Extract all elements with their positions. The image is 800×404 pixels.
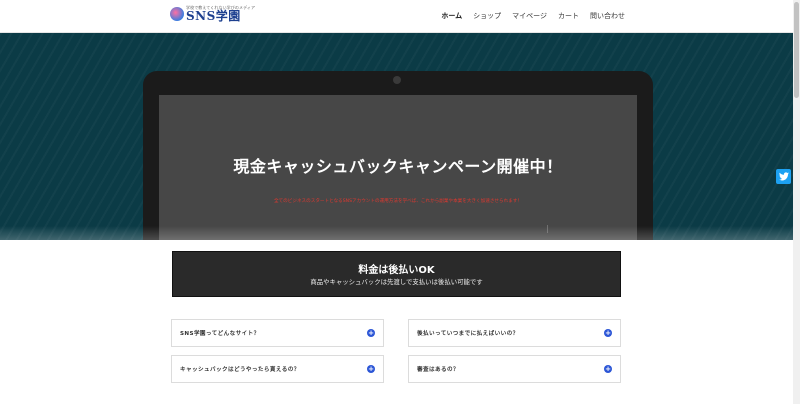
nav-cart[interactable]: カート [558,11,579,21]
faq-question: SNS学園ってどんなサイト？ [180,331,260,337]
payment-banner: 料金は後払いOK 商品やキャッシュバックは先渡しで支払いは後払い可能です [172,251,621,297]
logo-mark-icon [170,7,184,21]
hero-subtitle: 全てのビジネスのスタートとなるSNSアカウントの運用方法を学べば、これから副業や… [273,199,522,204]
main-nav: ホーム ショップ マイページ カート 問い合わせ [441,11,625,21]
banner-subtitle: 商品やキャッシュバックは先渡しで支払いは後払い可能です [310,278,483,286]
plus-circle-icon[interactable]: + [604,365,612,373]
logo-name: SNS学園 [186,9,241,23]
laptop-screen: 現金キャッシュバックキャンペーン開催中！ 全てのビジネスのスタートとなるSNSア… [159,95,637,240]
faq-item[interactable]: 後払いっていつまでに払えばいいの？ + [408,319,621,347]
banner-title: 料金は後払いOK [358,265,435,276]
page-scrollbar[interactable] [793,0,800,404]
nav-shop[interactable]: ショップ [473,11,501,21]
laptop-camera [393,76,401,84]
twitter-icon [778,172,789,181]
hero-section: 現金キャッシュバックキャンペーン開催中！ 全てのビジネスのスタートとなるSNSア… [0,33,793,240]
scrollbar-thumb[interactable] [794,2,799,98]
hero-fade [0,226,793,242]
laptop-illustration: 現金キャッシュバックキャンペーン開催中！ 全てのビジネスのスタートとなるSNSア… [143,71,653,240]
faq-question: 後払いっていつまでに払えばいいの？ [417,331,519,337]
site-logo[interactable]: 学校で教えてくれない学びのメディア SNS学園 [170,6,255,22]
faq-question: 審査はあるの？ [417,367,459,373]
plus-circle-icon[interactable]: + [367,365,375,373]
hero-title: 現金キャッシュバックキャンペーン開催中！ [233,157,563,176]
faq-question: キャッシュバックはどうやったら貰えるの？ [180,367,300,373]
logo-text: 学校で教えてくれない学びのメディア SNS学園 [186,6,255,23]
nav-mypage[interactable]: マイページ [512,11,547,21]
faq-item[interactable]: キャッシュバックはどうやったら貰えるの？ + [171,355,384,383]
faq-item[interactable]: SNS学園ってどんなサイト？ + [171,319,384,347]
plus-circle-icon[interactable]: + [604,329,612,337]
plus-circle-icon[interactable]: + [367,329,375,337]
nav-contact[interactable]: 問い合わせ [590,11,625,21]
nav-home[interactable]: ホーム [441,11,462,21]
twitter-share-button[interactable] [776,169,791,184]
site-header: 学校で教えてくれない学びのメディア SNS学園 ホーム ショップ マイページ カ… [0,0,793,33]
faq-item[interactable]: 審査はあるの？ + [408,355,621,383]
